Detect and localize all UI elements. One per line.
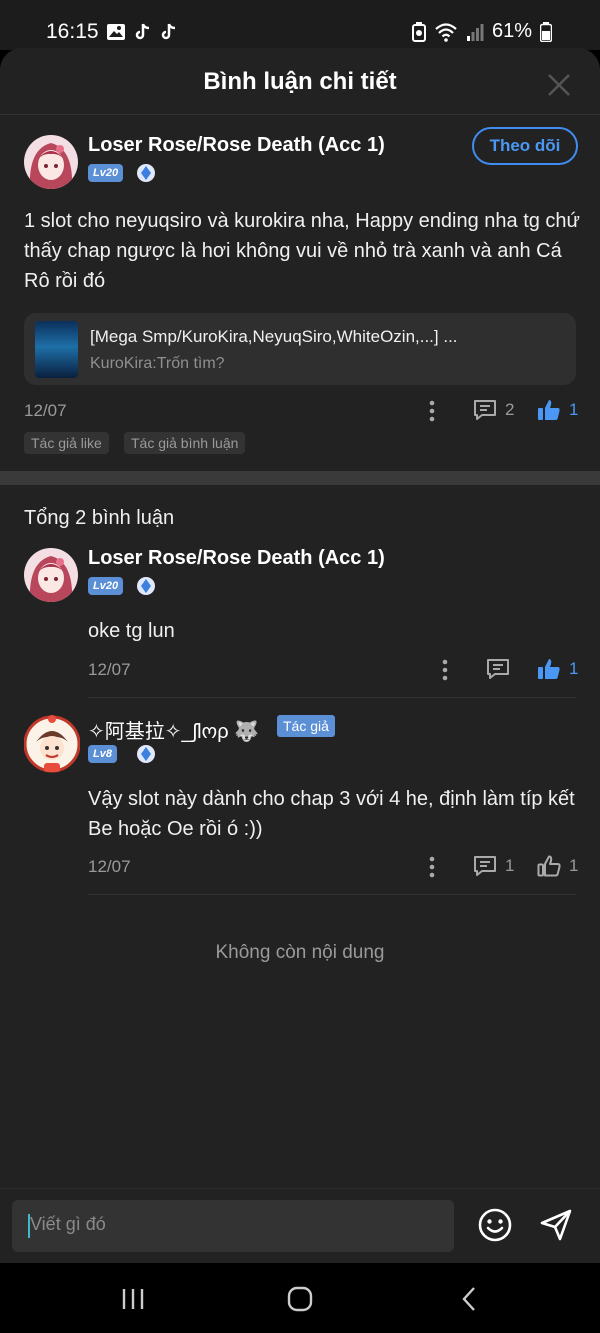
like-count: 1	[569, 400, 579, 419]
thumbs-up-icon	[537, 855, 561, 877]
battery-percent: 61%	[491, 20, 532, 42]
header-divider	[0, 114, 600, 115]
home-icon[interactable]	[285, 1285, 315, 1313]
more-options-icon[interactable]	[429, 400, 435, 422]
reply-button[interactable]: 1	[473, 855, 514, 877]
like-button[interactable]: 1	[537, 398, 578, 422]
system-nav-bar	[0, 1263, 600, 1333]
reply-button[interactable]: 2	[473, 399, 514, 421]
like-count: 1	[569, 659, 579, 678]
avatar[interactable]	[24, 135, 78, 189]
comment-date: 12/07	[88, 660, 131, 679]
like-button[interactable]: 1	[537, 657, 578, 681]
reply-count: 1	[505, 856, 515, 875]
end-of-content-label: Không còn nội dung	[215, 942, 385, 963]
story-cover-image	[35, 321, 78, 378]
comment-icon	[487, 659, 509, 679]
username[interactable]: Loser Rose/Rose Death (Acc 1)	[88, 547, 385, 570]
avatar[interactable]	[24, 548, 78, 602]
more-options-icon[interactable]	[442, 659, 448, 681]
tiktok-icon	[161, 23, 176, 40]
comment-icon	[474, 856, 496, 876]
reply-count: 2	[505, 400, 515, 419]
notification-icons	[106, 22, 178, 42]
username[interactable]: ✧阿基拉✧_ʃƖოρ 🐺	[88, 715, 259, 744]
author-badge: Tác giả	[277, 715, 335, 737]
row-divider	[88, 697, 576, 698]
wifi-icon	[435, 22, 457, 42]
comment-input-bar: Viết gì đó	[0, 1188, 600, 1263]
status-time: 16:15	[46, 20, 99, 43]
username[interactable]: Loser Rose/Rose Death (Acc 1)	[88, 134, 385, 157]
like-count: 1	[569, 856, 579, 875]
status-bar: 16:15 61%	[0, 0, 600, 50]
signal-icon	[466, 23, 484, 41]
total-comments: Tổng 2 bình luận	[24, 507, 175, 529]
send-icon[interactable]	[538, 1207, 574, 1243]
tiktok-icon	[135, 23, 150, 40]
author-comment-tag: Tác giả bình luận	[124, 432, 246, 454]
recent-apps-icon[interactable]	[118, 1285, 148, 1313]
gem-icon	[137, 164, 155, 182]
level-badge: Lv8	[88, 745, 117, 763]
comment-date: 12/07	[88, 857, 131, 876]
status-right: 61%	[411, 20, 552, 43]
author-like-tag: Tác giả like	[24, 432, 109, 454]
battery-icon	[540, 21, 552, 42]
comment-icon	[474, 400, 496, 420]
comment-input[interactable]: Viết gì đó	[12, 1200, 454, 1252]
story-subtitle: KuroKira:Trốn tìm?	[90, 355, 225, 372]
story-title: [Mega Smp/KuroKira,NeyuqSiro,WhiteOzin,.…	[90, 327, 458, 346]
battery-saver-icon	[411, 21, 426, 42]
like-button[interactable]: 1	[537, 854, 578, 878]
section-separator	[0, 471, 600, 485]
thumbs-up-icon	[538, 659, 560, 679]
level-badge: Lv20	[88, 164, 124, 182]
comment-date: 12/07	[24, 401, 67, 420]
reply-text: oke tg lun	[88, 620, 175, 642]
emoji-icon[interactable]	[477, 1207, 513, 1243]
comment-detail-sheet: Bình luận chi tiết Loser Rose/Rose Death…	[0, 48, 600, 1263]
page-title: Bình luận chi tiết	[203, 68, 397, 95]
input-placeholder: Viết gì đó	[30, 1214, 106, 1234]
thumbs-up-icon	[538, 400, 560, 420]
reply-button[interactable]	[486, 658, 510, 680]
gallery-icon	[107, 24, 125, 40]
gem-icon	[137, 745, 155, 763]
level-badge: Lv20	[88, 577, 124, 595]
story-card[interactable]: [Mega Smp/KuroKira,NeyuqSiro,WhiteOzin,.…	[24, 313, 576, 385]
gem-icon	[137, 577, 155, 595]
comment-text: 1 slot cho neyuqsiro và kurokira nha, Ha…	[24, 210, 580, 292]
reply-text: Vậy slot này dành cho chap 3 với 4 he, đ…	[88, 788, 575, 840]
close-icon[interactable]	[546, 72, 572, 98]
avatar[interactable]	[24, 714, 80, 774]
follow-button[interactable]: Theo dõi	[472, 127, 578, 165]
back-icon[interactable]	[455, 1285, 485, 1313]
row-divider	[88, 894, 576, 895]
more-options-icon[interactable]	[429, 856, 435, 878]
